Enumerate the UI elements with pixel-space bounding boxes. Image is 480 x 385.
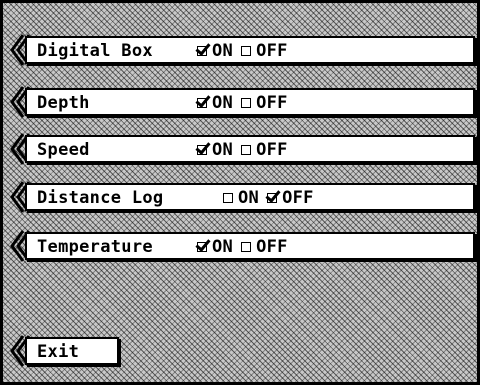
exit-box: Exit bbox=[25, 337, 119, 365]
off-option[interactable]: OFF bbox=[267, 188, 314, 208]
setting-options: ON OFF bbox=[197, 93, 296, 113]
checkbox-icon[interactable] bbox=[241, 46, 252, 56]
setting-options: ON OFF bbox=[197, 237, 296, 257]
checkbox-icon[interactable] bbox=[241, 145, 252, 155]
setting-options: ON OFF bbox=[223, 188, 322, 208]
on-option[interactable]: ON bbox=[197, 237, 233, 257]
setting-options: ON OFF bbox=[197, 140, 296, 160]
on-option[interactable]: ON bbox=[197, 140, 233, 160]
setting-box: Depth ON OFF bbox=[25, 88, 475, 116]
off-option[interactable]: OFF bbox=[241, 140, 288, 160]
setting-box: Speed ON OFF bbox=[25, 135, 475, 163]
checkbox-icon[interactable] bbox=[197, 145, 207, 155]
off-label: OFF bbox=[256, 237, 288, 257]
on-label: ON bbox=[212, 140, 234, 160]
off-label: OFF bbox=[256, 140, 288, 160]
checkbox-icon[interactable] bbox=[241, 242, 252, 252]
on-label: ON bbox=[212, 93, 234, 113]
checkbox-icon[interactable] bbox=[197, 46, 207, 56]
checkbox-icon[interactable] bbox=[197, 98, 207, 108]
setting-row-digital-box[interactable]: Digital Box ON OFF bbox=[9, 33, 475, 67]
exit-label: Exit bbox=[37, 342, 80, 362]
off-label: OFF bbox=[256, 93, 288, 113]
setting-row-speed[interactable]: Speed ON OFF bbox=[9, 132, 475, 166]
checkbox-icon[interactable] bbox=[267, 193, 278, 203]
off-label: OFF bbox=[256, 41, 288, 61]
setting-label: Distance Log bbox=[37, 188, 164, 208]
setting-label: Depth bbox=[37, 93, 90, 113]
off-option[interactable]: OFF bbox=[241, 237, 288, 257]
on-option[interactable]: ON bbox=[197, 93, 233, 113]
setting-label: Speed bbox=[37, 140, 90, 160]
setting-options: ON OFF bbox=[197, 41, 296, 61]
setup-screen: Digital Box ON OFF Depth ON OFF Speed ON… bbox=[0, 0, 480, 385]
setting-row-depth[interactable]: Depth ON OFF bbox=[9, 85, 475, 119]
on-option[interactable]: ON bbox=[197, 41, 233, 61]
on-label: ON bbox=[238, 188, 260, 208]
exit-button[interactable]: Exit bbox=[9, 334, 119, 368]
off-option[interactable]: OFF bbox=[241, 41, 288, 61]
setting-box: Digital Box ON OFF bbox=[25, 36, 475, 64]
off-label: OFF bbox=[282, 188, 314, 208]
off-option[interactable]: OFF bbox=[241, 93, 288, 113]
checkbox-icon[interactable] bbox=[197, 242, 207, 252]
on-label: ON bbox=[212, 237, 234, 257]
setting-row-distance-log[interactable]: Distance Log ON OFF bbox=[9, 180, 475, 214]
setting-box: Distance Log ON OFF bbox=[25, 183, 475, 211]
setting-box: Temperature ON OFF bbox=[25, 232, 475, 260]
setting-label: Digital Box bbox=[37, 41, 153, 61]
setting-label: Temperature bbox=[37, 237, 153, 257]
setting-row-temperature[interactable]: Temperature ON OFF bbox=[9, 229, 475, 263]
on-option[interactable]: ON bbox=[223, 188, 259, 208]
checkbox-icon[interactable] bbox=[241, 98, 252, 108]
on-label: ON bbox=[212, 41, 234, 61]
checkbox-icon[interactable] bbox=[223, 193, 233, 203]
